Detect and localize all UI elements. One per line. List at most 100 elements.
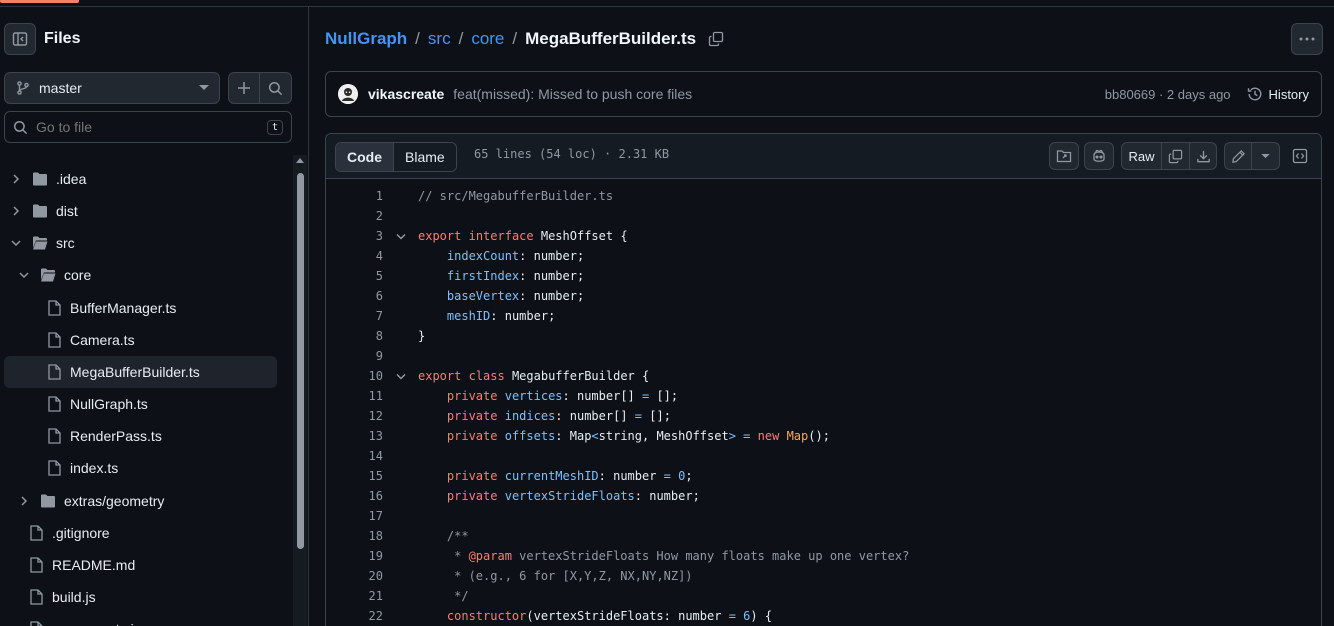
code-text: // src/MegabufferBuilder.ts [418, 189, 614, 203]
breadcrumb-src-link[interactable]: src [428, 29, 451, 49]
line-number[interactable]: 16 [326, 489, 383, 503]
line-number[interactable]: 14 [326, 449, 383, 463]
expand-toggle[interactable] [16, 495, 32, 506]
tree-item-label: README.md [52, 556, 136, 573]
tree-folder[interactable]: src [4, 227, 277, 259]
tree-file[interactable]: Camera.ts [4, 324, 277, 356]
symbols-panel-button[interactable] [1287, 142, 1313, 170]
sidebar-title: Files [44, 30, 81, 47]
line-number[interactable]: 10 [326, 369, 383, 383]
line-number[interactable]: 19 [326, 549, 383, 563]
tree-file[interactable]: MegaBufferBuilder.ts [4, 355, 277, 388]
commit-sha-and-time[interactable]: bb80669 · 2 days ago [1105, 87, 1231, 102]
tree-file[interactable]: copy-assets.js [4, 613, 277, 626]
open-in-folder-button[interactable] [1049, 142, 1079, 170]
collapse-sidebar-button[interactable] [4, 23, 36, 55]
shortcut-key: t [266, 119, 283, 135]
chevron-down-icon [19, 272, 29, 279]
tab-code[interactable]: Code [336, 143, 394, 171]
line-number[interactable]: 12 [326, 409, 383, 423]
chevron-right-icon [13, 206, 20, 216]
tree-file[interactable]: BufferManager.ts [4, 292, 277, 324]
line-number[interactable]: 8 [326, 329, 383, 343]
tree-folder[interactable]: core [4, 259, 277, 291]
line-number[interactable]: 2 [326, 209, 383, 223]
scroll-up-arrow[interactable] [296, 158, 304, 163]
breadcrumb-repo-link[interactable]: NullGraph [325, 29, 407, 49]
sidebar-scrollbar[interactable] [293, 155, 307, 626]
tree-file[interactable]: build.js [4, 581, 277, 613]
line-number[interactable]: 21 [326, 589, 383, 603]
line-number[interactable]: 11 [326, 389, 383, 403]
code-text: constructor(vertexStrideFloats: number =… [446, 609, 773, 623]
tree-item-label: BufferManager.ts [70, 299, 177, 316]
code-line: 17 [326, 506, 1321, 526]
more-options-button[interactable] [1291, 23, 1323, 55]
tree-item-label: src [56, 235, 75, 252]
code-text: /** [418, 529, 469, 543]
tree-file[interactable]: index.ts [4, 452, 277, 484]
line-number[interactable]: 6 [326, 289, 383, 303]
tree-folder[interactable]: dist [4, 195, 277, 227]
tree-file[interactable]: NullGraph.ts [4, 388, 277, 420]
code-square-icon [1292, 148, 1308, 164]
line-number[interactable]: 4 [326, 249, 383, 263]
copy-raw-button[interactable] [1162, 143, 1190, 169]
edit-file-button[interactable] [1225, 143, 1252, 169]
go-to-file-input[interactable] [36, 119, 267, 135]
line-number[interactable]: 9 [326, 349, 383, 363]
folder-icon [41, 494, 55, 507]
tree-file[interactable]: RenderPass.ts [4, 420, 277, 452]
fold-toggle[interactable] [383, 233, 418, 240]
code-text: baseVertex: number; [446, 289, 585, 303]
expand-toggle[interactable] [16, 271, 32, 279]
line-number[interactable]: 13 [326, 429, 383, 443]
download-button[interactable] [1190, 143, 1216, 169]
commit-message-link[interactable]: feat(missed): Missed to push core files [453, 86, 692, 102]
code-text: } [418, 329, 426, 343]
copy-path-button[interactable] [708, 31, 724, 47]
expand-toggle[interactable] [8, 206, 24, 216]
folder-open-icon [41, 268, 56, 282]
code-text: private offsets: Map<string, MeshOffset>… [446, 429, 830, 443]
search-files-button[interactable] [260, 73, 291, 103]
line-number[interactable]: 17 [326, 509, 383, 523]
line-number[interactable]: 15 [326, 469, 383, 483]
fold-toggle[interactable] [383, 373, 418, 380]
code-text: private vertexStrideFloats: number; [446, 489, 700, 503]
line-number[interactable]: 7 [326, 309, 383, 323]
commit-author-link[interactable]: vikascreate [368, 86, 444, 102]
line-number[interactable]: 22 [326, 609, 383, 623]
tree-file[interactable]: .gitignore [4, 517, 277, 549]
tree-folder[interactable]: extras/geometry [4, 485, 277, 517]
scrollbar-thumb[interactable] [297, 173, 304, 549]
code-line: 5 firstIndex: number; [326, 266, 1321, 286]
line-number[interactable]: 5 [326, 269, 383, 283]
tab-blame[interactable]: Blame [394, 143, 456, 171]
edit-dropdown-button[interactable] [1252, 143, 1279, 169]
code-line: 12 private indices: number[] = []; [326, 406, 1321, 426]
history-label: History [1268, 86, 1309, 102]
branch-selector[interactable]: master [4, 72, 220, 104]
add-file-button[interactable] [229, 73, 260, 103]
line-number[interactable]: 1 [326, 189, 383, 203]
tree-folder[interactable]: .idea [4, 163, 277, 195]
copilot-button[interactable] [1084, 142, 1114, 170]
breadcrumb-core-link[interactable]: core [471, 29, 504, 49]
line-number[interactable]: 18 [326, 529, 383, 543]
tree-file[interactable]: README.md [4, 549, 277, 581]
code-line: 9 [326, 346, 1321, 366]
go-to-file-field[interactable]: t [4, 111, 292, 143]
expand-toggle[interactable] [8, 174, 24, 184]
line-number[interactable]: 3 [326, 229, 383, 243]
tree-item-label: dist [56, 203, 78, 220]
expand-toggle[interactable] [8, 239, 24, 247]
code-text: * (e.g., 6 for [X,Y,Z, NX,NY,NZ]) [418, 569, 693, 583]
raw-button[interactable]: Raw [1122, 143, 1162, 169]
line-number[interactable]: 20 [326, 569, 383, 583]
code-line: 21 */ [326, 586, 1321, 606]
breadcrumb-separator: / [458, 29, 464, 48]
author-avatar[interactable] [338, 84, 358, 104]
file-actions-group: Raw [1121, 142, 1217, 170]
history-button[interactable]: History [1247, 86, 1309, 102]
